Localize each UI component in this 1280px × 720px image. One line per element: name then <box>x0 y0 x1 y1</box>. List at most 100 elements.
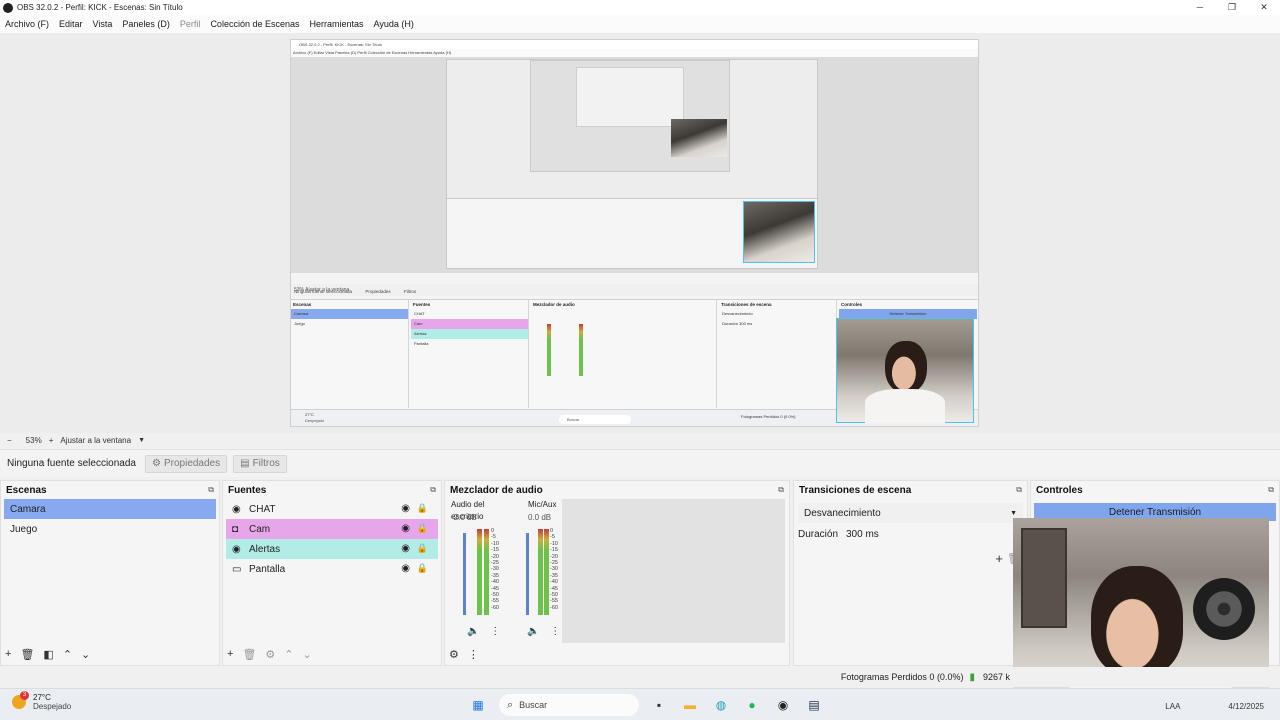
clapperboard-app-icon[interactable]: ▤ <box>804 695 824 715</box>
add-source-icon[interactable]: + <box>227 648 233 660</box>
source-properties-icon[interactable]: ⚙ <box>265 648 275 661</box>
speaker-icon[interactable]: 🔈 <box>467 626 479 637</box>
move-up-icon[interactable]: ⌃ <box>63 648 72 661</box>
undock-icon[interactable]: ⧉ <box>778 485 784 495</box>
language-indicator[interactable]: LAA <box>1165 702 1180 711</box>
undock-icon[interactable]: ⧉ <box>208 485 214 495</box>
undock-icon[interactable]: ⧉ <box>430 485 436 495</box>
nested-docks-level2 <box>447 198 817 268</box>
nested-source-bar: Ninguna fuente seleccionada Propiedades … <box>291 286 978 298</box>
menu-scene-collection[interactable]: Colección de Escenas <box>210 19 299 29</box>
more-options-icon[interactable]: ⋮ <box>490 626 500 637</box>
zoom-out-button[interactable]: − <box>7 436 12 445</box>
nested-filters: Filtros <box>403 289 417 294</box>
lock-icon[interactable]: 🔒 <box>417 543 428 554</box>
menu-tools[interactable]: Herramientas <box>310 19 364 29</box>
nested-status: Fotogramas Perdidos 0 (0.0%) <box>741 414 796 419</box>
volume-slider[interactable] <box>463 533 466 615</box>
maximize-button[interactable]: ❐ <box>1216 0 1248 15</box>
source-label: Alertas <box>249 543 281 555</box>
menu-help[interactable]: Ayuda (H) <box>374 19 414 29</box>
undock-icon[interactable]: ⧉ <box>1016 485 1022 495</box>
source-item-alertas[interactable]: ◉ Alertas ◉ 🔒 <box>226 539 438 559</box>
nested-weather-desc: Despejado <box>305 418 325 423</box>
menu-profile[interactable]: Perfil <box>180 19 201 29</box>
meter-bar-right <box>544 529 549 615</box>
zoom-level: 53% <box>25 435 42 445</box>
nested-weather-temp: 27°C <box>305 412 314 417</box>
menu-bar: Archivo (F) Editar Vista Paneles (D) Per… <box>0 15 1280 33</box>
nested-transitions-title: Transiciones de escena <box>721 302 772 307</box>
source-item-chat[interactable]: ◉ CHAT ◉ 🔒 <box>226 499 438 519</box>
add-scene-icon[interactable]: + <box>5 648 11 660</box>
remove-source-icon[interactable]: 🗑 <box>242 648 256 661</box>
transitions-title: Transiciones de escena <box>799 484 912 496</box>
weather-sun-icon: 3 <box>12 691 29 709</box>
nested-transition-select: Desvanecimiento <box>722 311 753 316</box>
remove-scene-icon[interactable]: 🗑 <box>20 648 34 661</box>
title-bar: OBS 32.0.2 - Perfil: KICK - Escenas: Sin… <box>0 0 1280 15</box>
lock-icon[interactable]: 🔒 <box>417 523 428 534</box>
preview-canvas[interactable]: OBS 32.0.2 - Perfil: KICK - Escenas: Sin… <box>290 39 979 427</box>
nested-webcam <box>836 318 974 423</box>
filters-button[interactable]: ▤ Filtros <box>233 454 287 473</box>
system-tray: LAA 4/12/2025 <box>1165 702 1264 711</box>
weather-widget[interactable]: 3 27°C Despejado <box>12 691 71 711</box>
properties-button[interactable]: ⚙ Propiedades <box>145 454 228 473</box>
file-explorer-icon[interactable]: ▬ <box>680 695 700 715</box>
add-transition-icon[interactable]: + <box>995 551 1003 566</box>
nested-duration-label: Duración <box>722 321 739 326</box>
scene-item-juego[interactable]: Juego <box>4 519 216 539</box>
eye-icon[interactable]: ◉ <box>401 543 410 554</box>
mixer-menu-icon[interactable]: ⋮ <box>468 648 479 661</box>
transition-select[interactable]: Desvanecimiento ▼ <box>798 503 1023 523</box>
close-button[interactable]: ✕ <box>1248 0 1280 15</box>
chevron-down-icon[interactable]: ▼ <box>138 437 145 444</box>
fit-window-label[interactable]: Ajustar a la ventana <box>60 436 131 445</box>
menu-docks[interactable]: Paneles (D) <box>122 19 170 29</box>
channel-name: Audio del escritorio <box>451 500 485 521</box>
lock-icon[interactable]: 🔒 <box>417 503 428 514</box>
source-label: CHAT <box>249 503 276 515</box>
obs-taskbar-icon[interactable]: ◉ <box>773 695 793 715</box>
eye-icon[interactable]: ◉ <box>401 503 410 514</box>
undock-icon[interactable]: ⧉ <box>1268 485 1274 495</box>
lock-icon[interactable]: 🔒 <box>417 563 428 574</box>
source-item-pantalla[interactable]: ▭ Pantalla ◉ 🔒 <box>226 559 438 579</box>
preview-area[interactable]: OBS 32.0.2 - Perfil: KICK - Escenas: Sin… <box>0 33 1280 433</box>
move-down-icon[interactable]: ⌄ <box>303 648 312 661</box>
no-source-label: Ninguna fuente seleccionada <box>7 458 136 469</box>
minimize-button[interactable]: ─ <box>1184 0 1216 15</box>
menu-file[interactable]: Archivo (F) <box>5 19 49 29</box>
edge-browser-icon[interactable]: ◍ <box>711 695 731 715</box>
scene-filters-icon[interactable]: ◧ <box>43 648 53 661</box>
taskbar-search[interactable]: ⌕ Buscar <box>499 694 639 716</box>
gear-icon: ⚙ <box>152 458 161 469</box>
source-item-cam[interactable]: ◘ Cam ◉ 🔒 <box>226 519 438 539</box>
meter-bar-left <box>538 529 543 615</box>
sources-footer: + 🗑 ⚙ ⌃ ⌄ <box>223 643 441 665</box>
move-down-icon[interactable]: ⌄ <box>81 648 90 661</box>
spotify-icon[interactable]: ● <box>742 695 762 715</box>
advanced-audio-icon[interactable]: ⚙ <box>449 648 459 661</box>
windows-start-icon[interactable]: ▦ <box>468 695 488 715</box>
more-options-icon[interactable]: ⋮ <box>550 626 560 637</box>
volume-slider[interactable] <box>526 533 529 615</box>
duration-input[interactable]: 300 ms <box>846 529 879 540</box>
nested-menu: Archivo (F) Editar Vista Paneles (D) Per… <box>291 49 978 57</box>
clock-date[interactable]: 4/12/2025 <box>1228 702 1264 711</box>
move-up-icon[interactable]: ⌃ <box>284 648 293 661</box>
task-view-icon[interactable]: ▪ <box>649 695 669 715</box>
scenes-title: Escenas <box>6 484 47 496</box>
scene-item-camara[interactable]: Camara <box>4 499 216 519</box>
menu-view[interactable]: Vista <box>93 19 113 29</box>
filter-icon: ▤ <box>240 458 250 469</box>
eye-icon[interactable]: ◉ <box>401 523 410 534</box>
speaker-icon[interactable]: 🔈 <box>527 626 539 637</box>
zoom-in-button[interactable]: + <box>49 436 54 445</box>
menu-edit[interactable]: Editar <box>59 19 83 29</box>
controls-header: Controles ⧉ <box>1031 481 1279 499</box>
eye-icon[interactable]: ◉ <box>401 563 410 574</box>
volume-meter: 0 -5 -10 -15 -20 -25 -30 -35 -40 -45 -50 -55 -60 <box>526 528 566 615</box>
channel-db: 0.0 dB <box>528 513 552 522</box>
